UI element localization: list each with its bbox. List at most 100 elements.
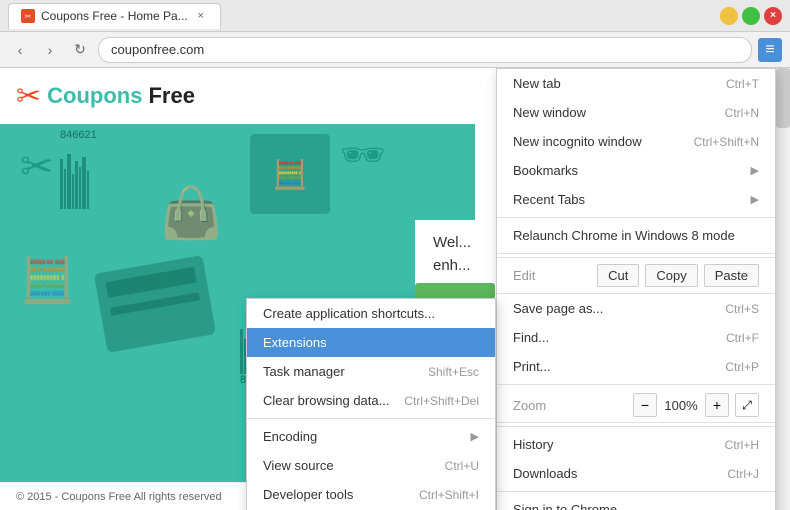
logo-coupons-text: Coupons <box>47 83 142 109</box>
save-page-shortcut: Ctrl+S <box>725 302 759 316</box>
view-source-shortcut: Ctrl+U <box>445 459 479 473</box>
logo-free-text: Free <box>148 83 194 109</box>
menu-item-downloads[interactable]: Downloads Ctrl+J <box>497 459 775 488</box>
menu-item-bookmarks[interactable]: Bookmarks ▶ <box>497 156 775 185</box>
submenu-item-developer-tools[interactable]: Developer tools Ctrl+Shift+I <box>247 480 495 509</box>
menu-item-new-tab-shortcut: Ctrl+T <box>726 77 759 91</box>
scrollbar-thumb[interactable] <box>776 68 790 128</box>
barcode-1 <box>60 154 89 209</box>
menu-item-bookmarks-label: Bookmarks <box>513 163 578 178</box>
menu-divider-5 <box>497 491 775 492</box>
submenu-create-shortcuts-label: Create application shortcuts... <box>263 306 435 321</box>
copyright-text: © 2015 - Coupons Free All rights reserve… <box>16 491 222 503</box>
chrome-menu-button[interactable]: ≡ <box>758 38 782 62</box>
downloads-shortcut: Ctrl+J <box>727 467 759 481</box>
submenu-encoding-label: Encoding <box>263 429 317 444</box>
paste-button[interactable]: Paste <box>704 264 759 287</box>
menu-item-save-page-label: Save page as... <box>513 301 603 316</box>
logo-scissors-icon: ✂ <box>16 79 41 114</box>
menu-item-new-incognito[interactable]: New incognito window Ctrl+Shift+N <box>497 127 775 156</box>
bg-scissors-icon: ✂ <box>20 144 54 190</box>
menu-zoom-row: Zoom − 100% + ⤢ <box>497 388 775 423</box>
encoding-arrow-icon: ▶ <box>471 430 479 443</box>
task-manager-shortcut: Shift+Esc <box>428 365 479 379</box>
tab-title: Coupons Free - Home Pa... <box>41 9 188 23</box>
menu-item-new-window-label: New window <box>513 105 586 120</box>
get-started-button[interactable] <box>415 283 495 299</box>
submenu-divider-1 <box>247 418 495 419</box>
menu-item-new-window-shortcut: Ctrl+N <box>725 106 759 120</box>
submenu-item-view-source[interactable]: View source Ctrl+U <box>247 451 495 480</box>
zoom-out-button[interactable]: − <box>633 393 657 417</box>
page-content: ✂ 846621 👜 🧮 🕶 🧮 <box>0 68 790 510</box>
menu-item-recent-tabs-label: Recent Tabs <box>513 192 585 207</box>
credit-card-icon <box>94 255 216 353</box>
developer-tools-shortcut: Ctrl+Shift+I <box>419 488 479 502</box>
menu-item-print[interactable]: Print... Ctrl+P <box>497 352 775 381</box>
menu-item-new-incognito-label: New incognito window <box>513 134 642 149</box>
submenu-item-create-shortcuts[interactable]: Create application shortcuts... <box>247 299 495 328</box>
submenu-clear-browsing-label: Clear browsing data... <box>263 393 389 408</box>
menu-item-find[interactable]: Find... Ctrl+F <box>497 323 775 352</box>
menu-item-print-label: Print... <box>513 359 551 374</box>
recent-tabs-arrow-icon: ▶ <box>751 193 759 206</box>
edit-label: Edit <box>513 268 535 283</box>
menu-item-new-window[interactable]: New window Ctrl+N <box>497 98 775 127</box>
submenu-task-manager-label: Task manager <box>263 364 345 379</box>
calculator-icon: 🧮 <box>20 254 75 306</box>
chrome-dropdown-menu: New tab Ctrl+T New window Ctrl+N New inc… <box>496 68 776 510</box>
menu-item-signin[interactable]: Sign in to Chrome... <box>497 495 775 510</box>
menu-edit-row: Edit Cut Copy Paste <box>497 257 775 294</box>
cut-button[interactable]: Cut <box>597 264 639 287</box>
submenu-item-extensions[interactable]: Extensions <box>247 328 495 357</box>
copy-button[interactable]: Copy <box>645 264 697 287</box>
menu-item-downloads-label: Downloads <box>513 466 577 481</box>
menu-item-new-tab[interactable]: New tab Ctrl+T <box>497 69 775 98</box>
zoom-fullscreen-button[interactable]: ⤢ <box>735 393 759 417</box>
submenu-item-clear-browsing[interactable]: Clear browsing data... Ctrl+Shift+Del <box>247 386 495 415</box>
find-shortcut: Ctrl+F <box>726 331 759 345</box>
abacus-icon: 🧮 <box>250 134 330 214</box>
menu-item-signin-label: Sign in to Chrome... <box>513 502 628 510</box>
clear-browsing-shortcut: Ctrl+Shift+Del <box>404 394 479 408</box>
menu-item-recent-tabs[interactable]: Recent Tabs ▶ <box>497 185 775 214</box>
zoom-in-button[interactable]: + <box>705 393 729 417</box>
zoom-label: Zoom <box>513 398 546 413</box>
address-input[interactable] <box>98 37 752 63</box>
menu-item-save-page[interactable]: Save page as... Ctrl+S <box>497 294 775 323</box>
tab-favicon: ✂ <box>21 9 35 23</box>
glasses-icon: 🕶 <box>340 134 386 176</box>
browser-tab[interactable]: ✂ Coupons Free - Home Pa... × <box>8 3 221 29</box>
minimize-button[interactable] <box>720 7 738 25</box>
menu-item-history[interactable]: History Ctrl+H <box>497 430 775 459</box>
couponsfree-header: ✂ Coupons Free <box>0 68 475 124</box>
back-button[interactable]: ‹ <box>8 38 32 62</box>
wallet-icon: 👜 <box>160 184 222 243</box>
more-tools-submenu: Create application shortcuts... Extensio… <box>246 298 496 510</box>
menu-item-relaunch[interactable]: Relaunch Chrome in Windows 8 mode <box>497 221 775 250</box>
print-shortcut: Ctrl+P <box>725 360 759 374</box>
menu-item-new-incognito-shortcut: Ctrl+Shift+N <box>694 135 759 149</box>
submenu-view-source-label: View source <box>263 458 334 473</box>
bookmarks-arrow-icon: ▶ <box>751 164 759 177</box>
browser-titlebar: ✂ Coupons Free - Home Pa... × × <box>0 0 790 32</box>
menu-item-history-label: History <box>513 437 553 452</box>
address-bar: ‹ › ↻ ≡ <box>0 32 790 68</box>
submenu-item-encoding[interactable]: Encoding ▶ <box>247 422 495 451</box>
barcode-number: 846621 <box>60 129 97 141</box>
window-controls: × <box>720 7 782 25</box>
scrollbar[interactable] <box>776 68 790 510</box>
menu-divider-1 <box>497 217 775 218</box>
menu-divider-2 <box>497 253 775 254</box>
history-shortcut: Ctrl+H <box>725 438 759 452</box>
zoom-value: 100% <box>663 398 699 413</box>
maximize-button[interactable] <box>742 7 760 25</box>
forward-button[interactable]: › <box>38 38 62 62</box>
close-button[interactable]: × <box>764 7 782 25</box>
menu-item-relaunch-label: Relaunch Chrome in Windows 8 mode <box>513 228 735 243</box>
menu-divider-4 <box>497 426 775 427</box>
tab-close-button[interactable]: × <box>194 9 208 23</box>
submenu-item-task-manager[interactable]: Task manager Shift+Esc <box>247 357 495 386</box>
refresh-button[interactable]: ↻ <box>68 38 92 62</box>
submenu-extensions-label: Extensions <box>263 335 327 350</box>
